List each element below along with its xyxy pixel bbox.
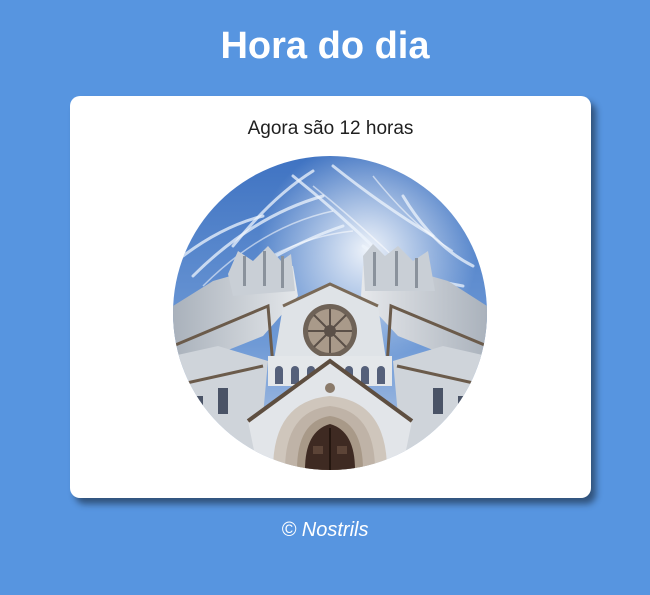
- church-photo: [173, 156, 487, 470]
- time-message: Agora são 12 horas: [247, 118, 414, 139]
- content-card: Agora são 12 horas: [70, 96, 591, 498]
- footer-copyright: © Nostrils: [281, 519, 369, 541]
- church-image: [173, 156, 487, 470]
- page-title: Hora do dia: [220, 25, 430, 67]
